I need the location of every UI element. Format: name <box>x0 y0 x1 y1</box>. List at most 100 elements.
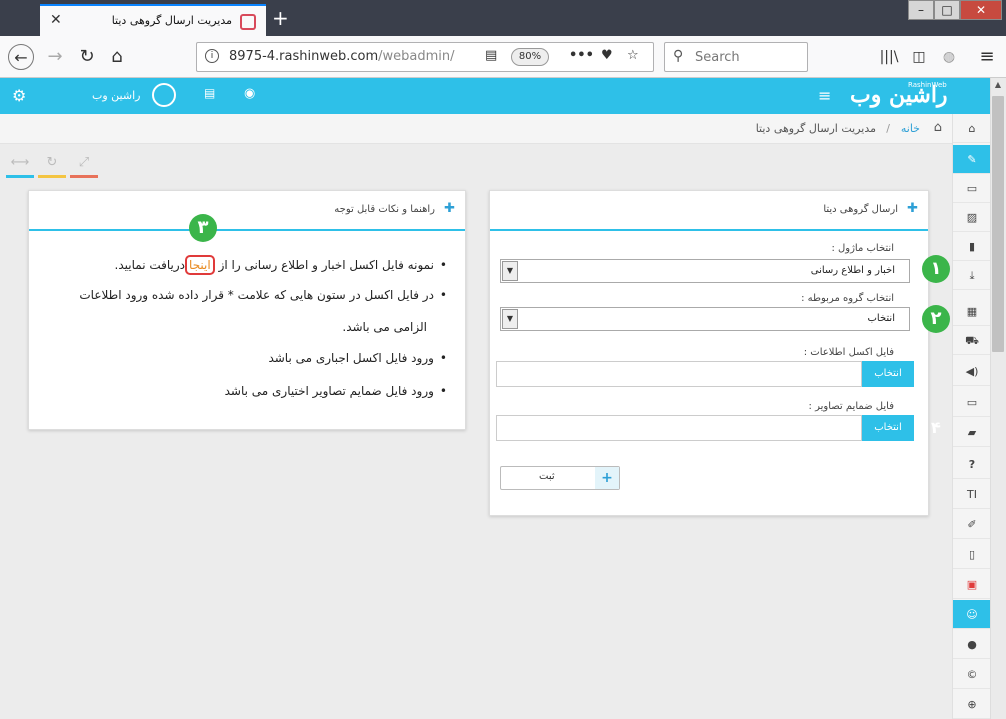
url-bar[interactable]: i 8975-4.rashinweb.com/webadmin/ ▤ 80% •… <box>196 42 654 72</box>
search-icon: ⚲ <box>673 48 684 64</box>
browser-tab-bar: مدیریت ارسال گروهی دیتا ✕ + – □ ✕ <box>0 0 1006 36</box>
pocket-icon[interactable]: ♥ <box>601 48 613 63</box>
guide-item-4-text: ورود فایل ضمایم تصاویر اختیاری می باشد <box>224 384 434 398</box>
group-select-value: انتخاب <box>867 313 896 324</box>
breadcrumb-current: مدیریت ارسال گروهی دیتا <box>755 122 876 135</box>
tab-title: مدیریت ارسال گروهی دیتا <box>111 14 232 27</box>
guide-item-1-text: نمونه فایل اکسل اخبار و اطلاع رسانی را ا… <box>218 258 434 272</box>
excel-choose-button[interactable]: انتخاب <box>862 361 914 387</box>
forward-arrow-icon[interactable]: → <box>42 44 68 70</box>
module-select-value: اخبار و اطلاع رسانی <box>810 265 895 276</box>
dropdown-arrow-icon[interactable]: ▼ <box>502 261 518 281</box>
sidebar-image-icon[interactable]: ▨ <box>953 203 991 232</box>
avatar[interactable] <box>152 83 176 107</box>
sidebar-pin-icon[interactable]: ✐ <box>953 510 991 539</box>
sidebar-copyright-icon[interactable]: © <box>953 660 991 689</box>
window-maximize-button[interactable]: □ <box>934 0 960 20</box>
breadcrumb-home-link[interactable]: خانه <box>901 122 920 135</box>
menu-icon[interactable]: ≡ <box>974 44 1000 70</box>
excel-file-input[interactable] <box>496 361 862 387</box>
images-file-label: فایل ضمایم تصاویر : <box>808 401 894 412</box>
site-favicon-icon <box>240 14 256 30</box>
sidebar-download-icon[interactable]: ⤓ <box>953 261 991 290</box>
bookmark-star-icon[interactable]: ☆ <box>627 48 639 63</box>
browser-nav-bar: ← → ↻ ⌂ i 8975-4.rashinweb.com/webadmin/… <box>0 36 1006 78</box>
user-name[interactable]: راشین وب <box>92 89 140 102</box>
group-select[interactable]: ▼ انتخاب <box>500 307 910 331</box>
collapse-icon[interactable]: ⟷ <box>6 152 34 178</box>
sidebar-file-icon[interactable]: ▯ <box>953 540 991 569</box>
home-icon[interactable]: ⌂ <box>934 120 942 135</box>
refresh-icon[interactable]: ↻ <box>38 152 66 178</box>
reload-icon[interactable]: ↻ <box>74 44 100 70</box>
fullscreen-icon[interactable]: ⤢ <box>70 152 98 178</box>
excel-file-label: فایل اکسل اطلاعات : <box>803 347 894 358</box>
app-logo-sub: RashinWeb <box>908 81 947 89</box>
module-select[interactable]: ▼ اخبار و اطلاع رسانی <box>500 259 910 283</box>
card-icon[interactable]: ▤ <box>204 86 215 100</box>
right-sidebar: ⌂ ✎ ▭ ▨ ▮ ⤓ ▦ ⛟ ◀) ▭ ▰ ? TI ✐ ▯ ▣ ☺ ● © … <box>952 114 991 719</box>
globe-icon[interactable]: ◉ <box>244 86 255 101</box>
sidebar-question-icon[interactable]: ? <box>953 450 991 479</box>
new-tab-icon[interactable]: + <box>272 6 289 30</box>
settings-gear-icon[interactable]: ⚙ <box>12 86 26 105</box>
puzzle-icon: ✚ <box>907 201 918 216</box>
tab-close-icon[interactable]: ✕ <box>50 12 62 28</box>
sidebar-id-card-icon[interactable]: ▭ <box>953 174 991 203</box>
breadcrumb-separator: / <box>886 122 890 135</box>
guide-item-1: •نمونه فایل اکسل اخبار و اطلاع رسانی را … <box>115 255 447 275</box>
dropdown-arrow-icon[interactable]: ▼ <box>502 309 518 329</box>
sidebar-user-icon[interactable]: ● <box>953 630 991 659</box>
search-placeholder: Search <box>695 50 740 65</box>
sidebar-pdf-icon[interactable]: ▣ <box>953 570 991 599</box>
info-icon[interactable]: i <box>205 49 219 63</box>
sidebar-add-user-icon[interactable]: ⊕ <box>953 690 991 719</box>
step-marker-4: ۴ <box>931 418 941 437</box>
guide-item-3-text: ورود فایل اکسل اجباری می باشد <box>268 351 434 365</box>
group-label: انتخاب گروه مربوطه : <box>801 293 894 304</box>
guide-item-2: •در فایل اکسل در ستون هایی که علامت * قر… <box>79 288 447 302</box>
plus-icon: + <box>595 467 619 489</box>
zoom-indicator[interactable]: 80% <box>511 48 549 66</box>
sidebar-speaker-icon[interactable]: ◀) <box>953 357 991 386</box>
sidebar-toggle-icon[interactable]: ◫ <box>906 44 932 70</box>
back-arrow-icon[interactable]: ← <box>8 44 34 70</box>
browser-tab[interactable]: مدیریت ارسال گروهی دیتا ✕ <box>40 4 266 36</box>
search-bar[interactable]: ⚲ Search <box>664 42 808 72</box>
guide-item-4: •ورود فایل ضمایم تصاویر اختیاری می باشد <box>224 384 447 398</box>
hamburger-menu-icon[interactable]: ≡ <box>818 86 831 105</box>
sidebar-cart-icon[interactable]: ⛟ <box>953 326 991 355</box>
guide-item-3: •ورود فایل اکسل اجباری می باشد <box>268 351 447 365</box>
puzzle-icon: ✚ <box>444 201 455 216</box>
sidebar-home-icon[interactable]: ⌂ <box>953 114 991 143</box>
submit-label: ثبت <box>539 471 555 482</box>
sidebar-pencil-icon[interactable]: ✎ <box>953 145 991 174</box>
guide-item-2-cont: الزامی می باشد. <box>342 320 427 334</box>
sample-download-link[interactable]: اینجا <box>185 255 215 275</box>
images-choose-button[interactable]: انتخاب <box>862 415 914 441</box>
sidebar-users-icon[interactable]: ☺ <box>953 600 991 629</box>
guide-item-1-after: دریافت نمایید. <box>114 258 186 272</box>
window-minimize-button[interactable]: – <box>908 0 934 20</box>
sidebar-monitor-icon[interactable]: ▭ <box>953 388 991 417</box>
breadcrumb: ⌂ خانه / مدیریت ارسال گروهی دیتا <box>0 114 952 144</box>
images-file-input[interactable] <box>496 415 862 441</box>
url-text: 8975-4.rashinweb.com/webadmin/ <box>229 49 455 64</box>
panel-title: ارسال گروهی دیتا <box>823 204 898 215</box>
sidebar-text-icon[interactable]: TI <box>953 480 991 509</box>
guide-panel: ✚ راهنما و نکات قابل توجه •نمونه فایل اک… <box>28 190 466 430</box>
sidebar-book-icon[interactable]: ▰ <box>953 418 991 447</box>
page-actions-icon[interactable]: ••• <box>569 48 594 63</box>
window-close-button[interactable]: ✕ <box>960 0 1002 20</box>
sidebar-film-icon[interactable]: ▦ <box>953 297 991 326</box>
globe-icon[interactable]: ◍ <box>936 44 962 70</box>
home-icon[interactable]: ⌂ <box>104 44 130 70</box>
submit-button[interactable]: + ثبت <box>500 466 620 490</box>
panel-title: راهنما و نکات قابل توجه <box>334 204 435 215</box>
reader-view-icon[interactable]: ▤ <box>485 48 497 63</box>
scroll-up-arrow-icon[interactable]: ▲ <box>990 80 1006 94</box>
module-label: انتخاب ماژول : <box>831 243 894 254</box>
sidebar-document-icon[interactable]: ▮ <box>953 232 991 261</box>
library-icon[interactable]: |||\ <box>876 44 902 70</box>
scrollbar-thumb[interactable] <box>992 96 1004 352</box>
